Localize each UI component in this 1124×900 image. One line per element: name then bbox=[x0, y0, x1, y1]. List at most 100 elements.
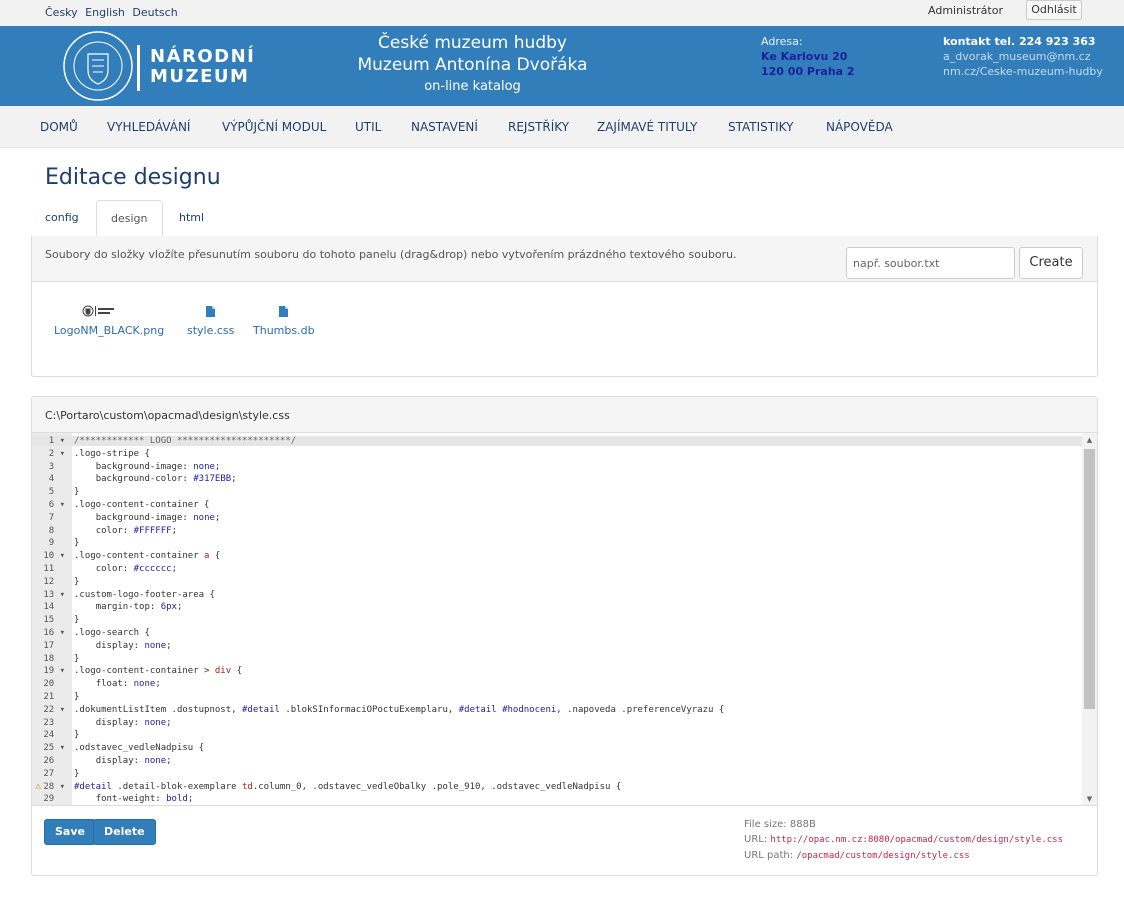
line-number: 12 bbox=[43, 576, 65, 587]
nav-registers[interactable]: REJSTŘÍKY bbox=[508, 120, 569, 134]
code-line[interactable]: 24 } bbox=[32, 730, 1082, 740]
file-size-value: 888B bbox=[789, 819, 816, 830]
line-number: 4 bbox=[48, 474, 65, 485]
code-line[interactable]: 8 color: #FFFFFF; bbox=[32, 526, 1082, 536]
line-number: 9 bbox=[48, 538, 65, 549]
nav-interesting-titles[interactable]: ZAJÍMAVÉ TITULY bbox=[597, 120, 697, 134]
language-cs-link[interactable]: Česky bbox=[45, 6, 78, 19]
file-item[interactable]: LogoNM_BLACK.png bbox=[54, 302, 164, 337]
file-size-label: File size: bbox=[744, 819, 787, 830]
file-meta: File size: 888B URL: http://opac.nm.cz:8… bbox=[744, 817, 1063, 864]
code-editor[interactable]: 1 ▾ /************ LOGO ******************… bbox=[32, 433, 1097, 806]
code-line[interactable]: 12 } bbox=[32, 577, 1082, 587]
code-text: .logo-stripe { bbox=[74, 448, 150, 459]
code-line[interactable]: 11 color: #cccccc; bbox=[32, 564, 1082, 574]
line-number: 17 bbox=[43, 640, 65, 651]
language-de-link[interactable]: Deutsch bbox=[132, 6, 177, 19]
code-text: .custom-logo-footer-area { bbox=[74, 589, 215, 600]
nav-help[interactable]: NÁPOVĚDA bbox=[826, 120, 893, 134]
museum-seal-icon[interactable] bbox=[62, 30, 134, 102]
editor-scrollbar[interactable]: ▲ ▼ bbox=[1082, 433, 1097, 805]
code-line[interactable]: 18 } bbox=[32, 654, 1082, 664]
upload-hint: Soubory do složky vložíte přesunutím sou… bbox=[45, 248, 737, 261]
line-number: 5 bbox=[48, 487, 65, 498]
nav-settings[interactable]: NASTAVENÍ bbox=[411, 120, 478, 134]
save-button[interactable]: Save bbox=[44, 819, 96, 845]
nav-loans[interactable]: VÝPŮJČNÍ MODUL bbox=[222, 120, 326, 134]
code-line[interactable]: 29 font-weight: bold; bbox=[32, 794, 1082, 804]
line-number: 25 ▾ bbox=[43, 743, 65, 754]
code-line[interactable]: 7 background-image: none; bbox=[32, 513, 1082, 523]
scroll-up-icon[interactable]: ▲ bbox=[1082, 433, 1097, 447]
logo-wordmark[interactable]: NÁRODNÍ MUZEUM bbox=[150, 47, 255, 87]
catalog-title: České muzeum hudby Muzeum Antonína Dvořá… bbox=[340, 32, 605, 98]
file-icon bbox=[206, 305, 216, 317]
nav-statistics[interactable]: STATISTIKY bbox=[728, 120, 793, 134]
file-path-row: URL path: /opacmad/custom/design/style.c… bbox=[744, 848, 1063, 864]
code-text: #detail .detail-blok-exemplare td.column… bbox=[74, 781, 622, 792]
code-line[interactable]: 15 } bbox=[32, 615, 1082, 625]
code-text: .logo-content-container { bbox=[74, 500, 210, 510]
tab-html[interactable]: html bbox=[165, 200, 218, 237]
contact-block: kontakt tel. 224 923 363 a_dvorak_museum… bbox=[943, 34, 1103, 79]
code-text: display: none; bbox=[95, 756, 172, 766]
file-url-value[interactable]: http://opac.nm.cz:8080/opacmad/custom/de… bbox=[770, 835, 1063, 845]
code-line[interactable]: 22 ▾ .dokumentListItem .dostupnost, #deta… bbox=[32, 705, 1082, 715]
code-line[interactable]: 3 background-image: none; bbox=[32, 462, 1082, 472]
nav-home[interactable]: DOMŮ bbox=[40, 120, 78, 134]
code-line[interactable]: 1 ▾ /************ LOGO ******************… bbox=[32, 436, 1082, 446]
files-panel[interactable]: Soubory do složky vložíte přesunutím sou… bbox=[31, 236, 1098, 377]
code-line[interactable]: 10 ▾ .logo-content-container a { bbox=[32, 551, 1082, 561]
file-item[interactable]: Thumbs.db bbox=[253, 302, 315, 337]
code-line[interactable]: 25 ▾ .odstavec_vedleNadpisu { bbox=[32, 743, 1082, 753]
code-line[interactable]: 28 ▾ ⚠ #detail .detail-blok-exemplare td.c… bbox=[32, 781, 1082, 792]
create-file-button[interactable]: Create bbox=[1019, 247, 1083, 279]
code-line[interactable]: 5 } bbox=[32, 487, 1082, 497]
code-line[interactable]: 16 ▾ .logo-search { bbox=[32, 628, 1082, 638]
file-url-row: URL: http://opac.nm.cz:8080/opacmad/cust… bbox=[744, 832, 1063, 848]
code-text: } bbox=[74, 615, 80, 626]
line-number: 15 bbox=[43, 615, 65, 626]
code-text: } bbox=[74, 768, 80, 779]
code-line[interactable]: 23 display: none; bbox=[32, 718, 1082, 728]
title-line-2: Muzeum Antonína Dvořáka bbox=[357, 55, 588, 75]
scroll-thumb[interactable] bbox=[1084, 449, 1095, 709]
contact-web[interactable]: nm.cz/Ceske-muzeum-hudby bbox=[943, 64, 1103, 79]
tab-design[interactable]: design bbox=[96, 200, 163, 237]
tab-bar: config design html bbox=[31, 200, 1098, 237]
code-line[interactable]: 6 ▾ .logo-content-container { bbox=[32, 500, 1082, 510]
contact-email[interactable]: a_dvorak_museum@nm.cz bbox=[943, 49, 1103, 64]
logo-line-1: NÁRODNÍ bbox=[150, 46, 256, 67]
nav-search[interactable]: VYHLEDÁVÁNÍ bbox=[107, 120, 190, 134]
warning-icon[interactable]: ⚠ bbox=[35, 781, 41, 792]
code-text: .logo-content-container a { bbox=[74, 551, 221, 562]
code-line[interactable]: 9 } bbox=[32, 538, 1082, 548]
code-line[interactable]: 26 display: none; bbox=[32, 756, 1082, 766]
code-line[interactable]: 17 display: none; bbox=[32, 641, 1082, 651]
code-line[interactable]: 2 ▾ .logo-stripe { bbox=[32, 449, 1082, 459]
code-text: .logo-content-container > div { bbox=[74, 666, 242, 677]
language-en-link[interactable]: English bbox=[85, 6, 125, 19]
code-line[interactable]: 20 float: none; bbox=[32, 679, 1082, 689]
code-line[interactable]: 19 ▾ .logo-content-container > div { bbox=[32, 666, 1082, 676]
new-file-name-input[interactable] bbox=[846, 247, 1015, 279]
file-item[interactable]: style.css bbox=[187, 302, 234, 337]
editor-panel: C:\Portaro\custom\opacmad\design\style.c… bbox=[31, 396, 1098, 876]
line-number: 1 ▾ bbox=[48, 436, 65, 446]
nav-util[interactable]: UTIL bbox=[355, 120, 381, 134]
scroll-down-icon[interactable]: ▼ bbox=[1082, 792, 1097, 805]
code-line[interactable]: 4 background-color: #317EBB; bbox=[32, 474, 1082, 484]
line-number: 16 ▾ bbox=[43, 628, 65, 638]
code-line[interactable]: 27 } bbox=[32, 769, 1082, 779]
user-name[interactable]: Administrátor bbox=[928, 4, 1003, 17]
line-number: 27 bbox=[43, 768, 65, 779]
logout-button[interactable]: Odhlásit bbox=[1026, 0, 1082, 20]
code-line[interactable]: 14 margin-top: 6px; bbox=[32, 602, 1082, 612]
code-line[interactable]: 13 ▾ .custom-logo-footer-area { bbox=[32, 590, 1082, 600]
delete-button[interactable]: Delete bbox=[93, 819, 156, 845]
code-line[interactable]: 21 } bbox=[32, 692, 1082, 702]
line-number: 19 ▾ bbox=[43, 666, 65, 677]
contact-phone: kontakt tel. 224 923 363 bbox=[943, 35, 1096, 48]
line-number: 26 bbox=[43, 756, 65, 766]
tab-config[interactable]: config bbox=[31, 200, 93, 237]
